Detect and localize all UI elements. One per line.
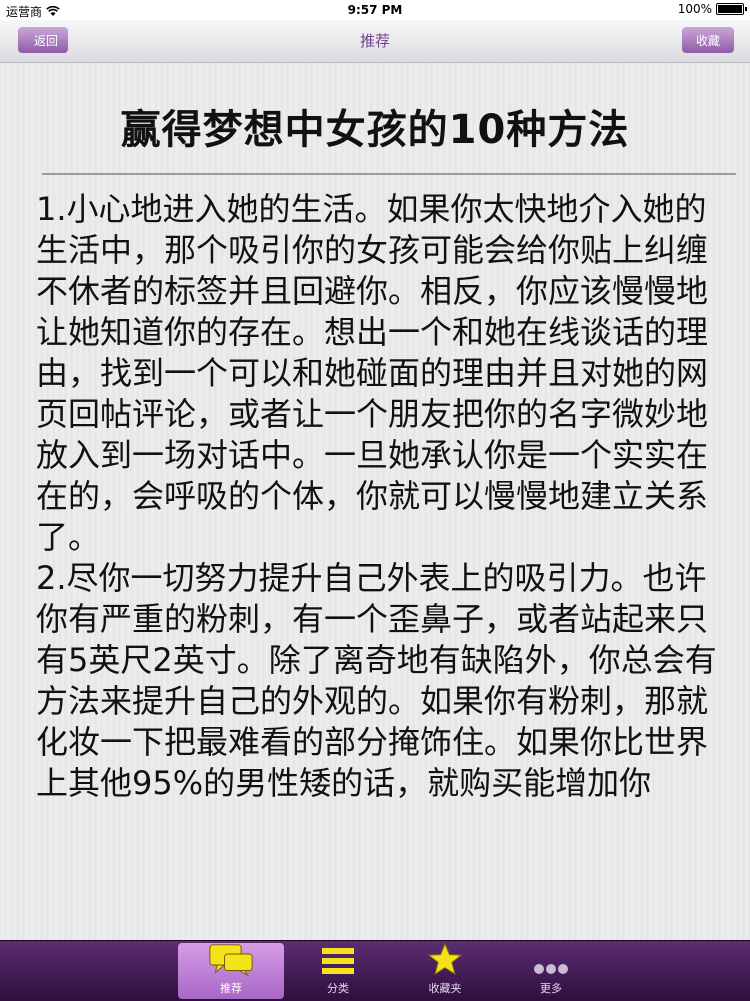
- tab-more-label: 更多: [540, 982, 562, 995]
- article-body: 1.小心地进入她的生活。如果你太快地介入她的生活中，那个吸引你的女孩可能会给你贴…: [36, 189, 720, 804]
- status-right: 100%: [677, 2, 747, 16]
- battery-percent: 100%: [677, 2, 712, 16]
- tab-recommend-label: 推荐: [220, 982, 242, 995]
- tab-recommend[interactable]: 推荐: [178, 943, 284, 999]
- star-icon: [427, 943, 463, 976]
- speech-bubbles-icon: [209, 944, 253, 976]
- navigation-bar: 返回 推荐 收藏: [0, 20, 750, 63]
- tab-category-label: 分类: [327, 982, 349, 995]
- tab-more[interactable]: 更多: [498, 943, 604, 999]
- ellipsis-icon: [534, 964, 568, 974]
- title-divider: [42, 173, 736, 175]
- paragraph-2: 2.尽你一切努力提升自己外表上的吸引力。也许你有严重的粉刺，有一个歪鼻子，或者站…: [36, 559, 717, 802]
- nav-title: 推荐: [359, 32, 390, 50]
- battery-icon: [716, 3, 747, 15]
- tab-favorites-label: 收藏夹: [428, 982, 462, 995]
- tab-favorites[interactable]: 收藏夹: [392, 943, 498, 999]
- article-content[interactable]: 赢得梦想中女孩的10种方法 1.小心地进入她的生活。如果你太快地介入她的生活中，…: [0, 63, 750, 940]
- favorite-button[interactable]: 收藏: [682, 27, 734, 53]
- paragraph-1: 1.小心地进入她的生活。如果你太快地介入她的生活中，那个吸引你的女孩可能会给你贴…: [36, 190, 709, 556]
- article-title: 赢得梦想中女孩的10种方法: [120, 107, 630, 153]
- list-lines-icon: [322, 948, 354, 974]
- status-time: 9:57 PM: [347, 3, 403, 17]
- tab-bar: 推荐 分类 收藏夹 更多: [0, 940, 750, 1001]
- tab-category[interactable]: 分类: [285, 943, 391, 999]
- status-bar: 运营商 9:57 PM 100%: [0, 0, 750, 20]
